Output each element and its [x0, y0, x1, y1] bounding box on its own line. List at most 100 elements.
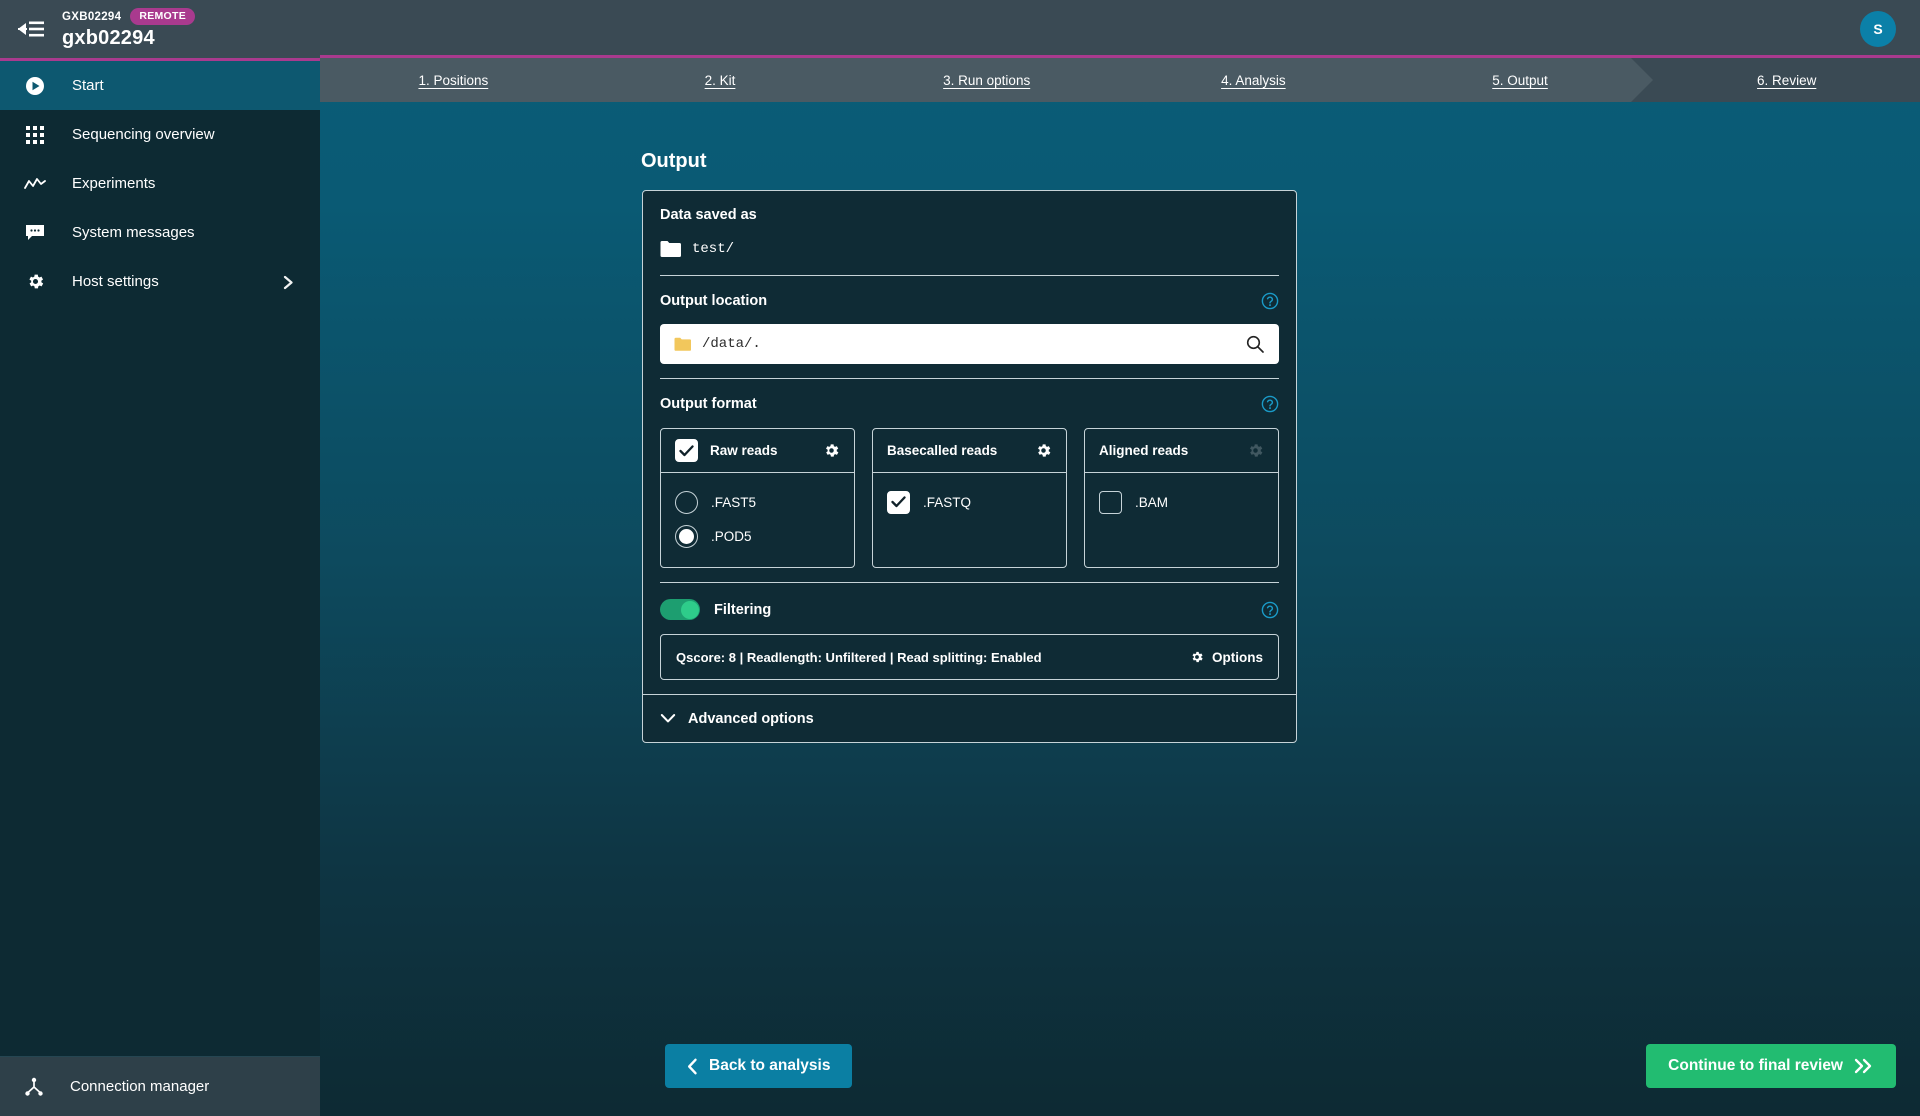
- advanced-options-label: Advanced options: [688, 710, 814, 727]
- format-card-aligned-reads: Aligned reads .BAM: [1084, 428, 1279, 568]
- output-card: Data saved as test/ Output location /dat…: [642, 190, 1297, 743]
- gear-icon[interactable]: [1035, 442, 1052, 459]
- filtering-label: Filtering: [714, 601, 772, 618]
- output-format-section: Output format Raw reads .FAST5 .POD5 Bas…: [660, 379, 1279, 583]
- step-positions[interactable]: 1. Positions: [320, 58, 587, 102]
- help-circle-icon[interactable]: [1261, 601, 1279, 619]
- help-circle-icon[interactable]: [1261, 395, 1279, 413]
- advanced-options-toggle[interactable]: Advanced options: [643, 694, 1296, 742]
- format-card-header[interactable]: Raw reads: [661, 429, 854, 473]
- avatar[interactable]: S: [1860, 11, 1896, 47]
- sidebar: GXB02294 REMOTE gxb02294 Start Sequencin…: [0, 0, 320, 1116]
- format-card-body: .BAM: [1085, 473, 1278, 556]
- filtering-summary: Qscore: 8 | Readlength: Unfiltered | Rea…: [660, 634, 1279, 680]
- gear-icon: [1247, 442, 1264, 459]
- back-to-analysis-button[interactable]: Back to analysis: [665, 1044, 853, 1088]
- filtering-toggle[interactable]: [660, 599, 700, 620]
- fast5-radio[interactable]: [675, 490, 698, 514]
- option-label: .BAM: [1135, 494, 1169, 510]
- filtering-section: Filtering Qscore: 8 | Readlength: Unfilt…: [660, 583, 1279, 694]
- step-run-options[interactable]: 3. Run options: [853, 58, 1120, 102]
- continue-to-final-review-button[interactable]: Continue to final review: [1646, 1044, 1896, 1088]
- format-card-header[interactable]: Basecalled reads: [873, 429, 1066, 473]
- option-fastq[interactable]: .FASTQ: [887, 485, 1052, 519]
- sidebar-item-experiments[interactable]: Experiments: [0, 159, 320, 208]
- chevron-left-icon: [687, 1058, 698, 1075]
- output-location-title: Output location: [660, 293, 768, 309]
- sidebar-item-connection-manager[interactable]: Connection manager: [0, 1056, 320, 1116]
- output-card-body: Data saved as test/ Output location /dat…: [643, 191, 1296, 694]
- output-location-header: Output location: [660, 292, 1279, 310]
- raw-reads-checkbox[interactable]: [675, 439, 698, 462]
- sidebar-header: GXB02294 REMOTE gxb02294: [0, 0, 320, 58]
- help-circle-icon[interactable]: [1261, 292, 1279, 310]
- filtering-header: Filtering: [660, 599, 1279, 620]
- format-card-basecalled-reads: Basecalled reads .FASTQ: [872, 428, 1067, 568]
- output-location-input[interactable]: /data/.: [660, 324, 1279, 364]
- step-review[interactable]: 6. Review: [1631, 58, 1920, 102]
- sidebar-item-system-messages[interactable]: System messages: [0, 208, 320, 257]
- format-card-header[interactable]: Aligned reads: [1085, 429, 1278, 473]
- pod5-radio[interactable]: [675, 524, 698, 548]
- remote-badge: REMOTE: [130, 8, 196, 25]
- gear-icon: [24, 271, 46, 293]
- line-chart-icon: [24, 173, 46, 195]
- back-to-analysis-label: Back to analysis: [709, 1057, 831, 1074]
- option-label: .FASTQ: [923, 494, 972, 510]
- sidebar-item-label: Host settings: [72, 273, 159, 290]
- chevron-right-icon: [282, 275, 296, 289]
- collapse-sidebar-icon[interactable]: [14, 12, 48, 46]
- gear-icon: [1190, 650, 1204, 664]
- output-location-section: Output location /data/.: [660, 276, 1279, 379]
- grid-icon: [24, 124, 46, 146]
- chevron-down-icon: [660, 713, 676, 724]
- data-saved-as-header: Data saved as: [660, 207, 1279, 223]
- sidebar-item-label: Experiments: [72, 175, 156, 192]
- step-label: 1. Positions: [418, 72, 489, 88]
- gear-icon[interactable]: [823, 442, 840, 459]
- option-label: .FAST5: [711, 494, 757, 510]
- format-card-title: Basecalled reads: [887, 443, 998, 458]
- message-icon: [24, 222, 46, 244]
- brand-block: GXB02294 REMOTE gxb02294: [62, 8, 196, 50]
- sidebar-item-host-settings[interactable]: Host settings: [0, 257, 320, 306]
- data-saved-as-path: test/: [692, 240, 735, 257]
- output-format-title: Output format: [660, 396, 757, 412]
- filtering-options-button[interactable]: Options: [1190, 650, 1263, 665]
- option-pod5[interactable]: .POD5: [675, 519, 840, 553]
- sidebar-item-label: System messages: [72, 224, 195, 241]
- output-format-header: Output format: [660, 395, 1279, 413]
- page-title: Output: [641, 150, 707, 172]
- folder-icon: [674, 337, 691, 351]
- main-area: S 1. Positions 2. Kit 3. Run options 4. …: [320, 0, 1920, 1116]
- bam-checkbox[interactable]: [1099, 490, 1122, 514]
- option-fast5[interactable]: .FAST5: [675, 485, 840, 519]
- top-bar: S: [320, 0, 1920, 58]
- sidebar-nav: Start Sequencing overview Experiments Sy…: [0, 61, 320, 1056]
- format-card-body: .FASTQ: [873, 473, 1066, 556]
- application-root: GXB02294 REMOTE gxb02294 Start Sequencin…: [0, 0, 1920, 1116]
- device-name: gxb02294: [62, 27, 155, 49]
- sidebar-item-sequencing-overview[interactable]: Sequencing overview: [0, 110, 320, 159]
- sidebar-item-start[interactable]: Start: [0, 61, 320, 110]
- format-card-raw-reads: Raw reads .FAST5 .POD5: [660, 428, 855, 568]
- fastq-checkbox[interactable]: [887, 490, 910, 514]
- step-label: 2. Kit: [704, 72, 736, 88]
- filtering-summary-text: Qscore: 8 | Readlength: Unfiltered | Rea…: [676, 649, 1042, 665]
- step-output[interactable]: 5. Output: [1387, 58, 1654, 102]
- data-saved-as-title: Data saved as: [660, 207, 757, 223]
- step-label: 4. Analysis: [1221, 72, 1286, 88]
- device-id: GXB02294: [62, 10, 122, 23]
- step-kit[interactable]: 2. Kit: [587, 58, 854, 102]
- connection-icon: [24, 1077, 44, 1097]
- output-location-value: /data/.: [702, 336, 761, 352]
- search-icon[interactable]: [1245, 334, 1265, 354]
- sidebar-item-label: Sequencing overview: [72, 126, 215, 143]
- step-analysis[interactable]: 4. Analysis: [1120, 58, 1387, 102]
- format-card-title: Raw reads: [710, 443, 778, 458]
- continue-to-final-review-label: Continue to final review: [1668, 1057, 1843, 1074]
- filtering-toggle-row: Filtering: [660, 599, 771, 620]
- output-format-cards: Raw reads .FAST5 .POD5 Basecalled reads …: [660, 428, 1279, 568]
- option-bam[interactable]: .BAM: [1099, 485, 1264, 519]
- sidebar-item-label: Start: [72, 77, 104, 94]
